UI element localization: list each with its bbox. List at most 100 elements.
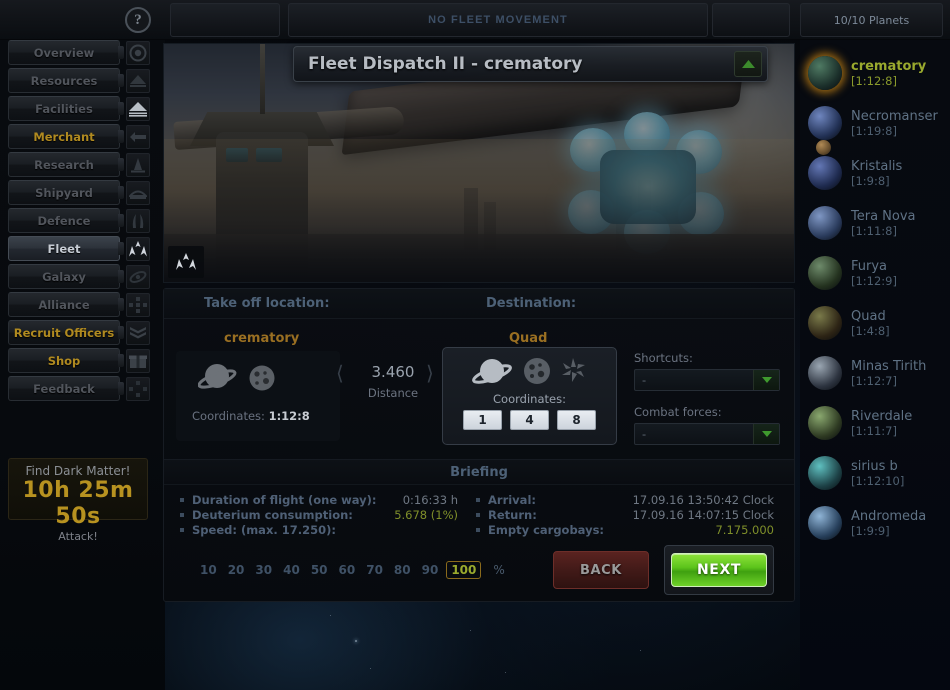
speed-option-30[interactable]: 30 <box>255 563 272 577</box>
help-icon[interactable]: ? <box>125 7 151 33</box>
coordinate-input-1[interactable]: 1 <box>463 410 502 430</box>
officers-icon[interactable] <box>126 321 150 345</box>
collapse-triangle-icon[interactable] <box>734 51 762 77</box>
research-icon[interactable] <box>126 153 150 177</box>
sidebar-item-research[interactable]: Research <box>8 152 120 177</box>
sidebar-item-feedback[interactable]: Feedback <box>8 376 120 401</box>
fleet-movement-indicator[interactable]: NO FLEET MOVEMENT <box>288 3 708 37</box>
facilities-icon[interactable] <box>126 97 150 121</box>
planet-thumbnail[interactable] <box>808 456 842 490</box>
chevron-down-icon[interactable] <box>753 424 779 444</box>
planet-list-item[interactable]: Minas Tirith [1:12:7] <box>800 348 950 398</box>
game-screen: ? NO FLEET MOVEMENT 10/10 Planets Overvi… <box>0 0 950 690</box>
planet-icon[interactable] <box>198 361 238 395</box>
sidebar-item-galaxy[interactable]: Galaxy <box>8 264 120 289</box>
planet-list-item[interactable]: sirius b [1:12:10] <box>800 448 950 498</box>
speed-option-10[interactable]: 10 <box>200 563 217 577</box>
speed-option-90[interactable]: 90 <box>422 563 439 577</box>
planet-thumbnail[interactable] <box>808 206 842 240</box>
planet-thumbnail[interactable] <box>808 106 842 155</box>
planet-list-item[interactable]: Necromanser [1:19:8] <box>800 98 950 155</box>
destination-box: Coordinates: 148 <box>442 347 617 445</box>
moon-icon[interactable] <box>522 356 552 390</box>
sidebar-item-recruit-officers[interactable]: Recruit Officers <box>8 320 120 345</box>
speed-option-70[interactable]: 70 <box>366 563 383 577</box>
select-shortcuts[interactable]: - <box>634 369 780 391</box>
select-combat-forces[interactable]: - <box>634 423 780 445</box>
planet-coordinates: [1:11:8] <box>851 223 897 238</box>
left-sidebar: Overview Resources Facilities Merchant Resea… <box>0 40 165 690</box>
planet-name: Riverdale <box>851 408 913 424</box>
speed-option-80[interactable]: 80 <box>394 563 411 577</box>
sidebar-item-alliance[interactable]: Alliance <box>8 292 120 317</box>
sidebar-item-overview[interactable]: Overview <box>8 40 120 65</box>
sidebar-item-nub <box>118 102 124 115</box>
planet-thumbnail[interactable] <box>808 56 842 90</box>
sidebar-menu-row: Feedback <box>0 376 165 403</box>
debris-field-icon[interactable] <box>560 356 588 390</box>
speed-option-40[interactable]: 40 <box>283 563 300 577</box>
planet-list-item[interactable]: Quad [1:4:8] <box>800 298 950 348</box>
moon-icon[interactable] <box>248 364 276 392</box>
defence-icon[interactable] <box>126 209 150 233</box>
briefing-value: 5.678 (1%) <box>394 508 458 522</box>
planet-icon[interactable] <box>471 356 514 390</box>
speed-option-50[interactable]: 50 <box>311 563 328 577</box>
takeoff-planet-name: crematory <box>224 331 300 346</box>
action-row: 10 20 30 40 50 60 70 80 90 100% BACK NEXT <box>164 545 794 611</box>
alliance-icon[interactable] <box>126 293 150 317</box>
sidebar-item-fleet[interactable]: Fleet <box>8 236 120 261</box>
galaxy-icon[interactable] <box>126 265 150 289</box>
top-bar: ? NO FLEET MOVEMENT 10/10 Planets <box>0 0 950 40</box>
planet-name: Furya <box>851 258 888 274</box>
feedback-icon[interactable] <box>126 377 150 401</box>
merchant-icon[interactable] <box>126 125 150 149</box>
planet-list-item[interactable]: crematory [1:12:8] <box>800 48 950 98</box>
coordinate-input-3[interactable]: 8 <box>557 410 596 430</box>
planet-thumbnail[interactable] <box>808 156 842 190</box>
planet-list-item[interactable]: Furya [1:12:9] <box>800 248 950 298</box>
speed-option-100[interactable]: 100 <box>446 561 482 579</box>
dark-matter-panel[interactable]: Find Dark Matter! 10h 25m 50s Attack! <box>8 458 148 543</box>
planet-list-item[interactable]: Riverdale [1:11:7] <box>800 398 950 448</box>
sidebar-item-facilities[interactable]: Facilities <box>8 96 120 121</box>
planet-text: Furya [1:12:9] <box>851 259 897 288</box>
sidebar-item-shop[interactable]: Shop <box>8 348 120 373</box>
planet-count-segment[interactable]: 10/10 Planets <box>800 3 943 37</box>
shipyard-icon[interactable] <box>126 181 150 205</box>
sidebar-item-shipyard[interactable]: Shipyard <box>8 180 120 205</box>
select-value: - <box>642 373 647 387</box>
sidebar-item-resources[interactable]: Resources <box>8 68 120 93</box>
sidebar-item-merchant[interactable]: Merchant <box>8 124 120 149</box>
briefing-row: Deuterium consumption: 5.678 (1%) <box>178 508 458 523</box>
destination-type-icons <box>443 348 616 390</box>
planet-thumbnail[interactable] <box>808 356 842 390</box>
next-button[interactable]: NEXT <box>671 553 767 587</box>
overview-icon[interactable] <box>126 41 150 65</box>
speed-option-20[interactable]: 20 <box>228 563 245 577</box>
planet-list-item[interactable]: Andromeda [1:9:9] <box>800 498 950 548</box>
speed-option-60[interactable]: 60 <box>339 563 356 577</box>
chevron-down-icon[interactable] <box>753 370 779 390</box>
planet-thumbnail[interactable] <box>808 506 842 540</box>
star <box>355 640 357 642</box>
planet-list-item[interactable]: Tera Nova [1:11:8] <box>800 198 950 248</box>
dialog-title-bar: Fleet Dispatch II - crematory <box>293 46 768 82</box>
coordinate-input-2[interactable]: 4 <box>510 410 549 430</box>
fleet-icon[interactable] <box>126 237 150 261</box>
planet-coordinates: [1:11:7] <box>851 423 897 438</box>
planet-thumbnail[interactable] <box>808 256 842 290</box>
sidebar-menu-row: Facilities <box>0 96 165 123</box>
back-button[interactable]: BACK <box>553 551 649 589</box>
planet-list-item[interactable]: Kristalis [1:9:8] <box>800 148 950 198</box>
resources-icon[interactable] <box>126 69 150 93</box>
planet-thumbnail[interactable] <box>808 306 842 340</box>
topbar-extra-segment <box>712 3 790 37</box>
sidebar-item-defence[interactable]: Defence <box>8 208 120 233</box>
planet-coordinates: [1:12:9] <box>851 273 897 288</box>
planet-text: sirius b [1:12:10] <box>851 459 904 488</box>
briefing-row: Return: 17.09.16 14:07:15 Clock <box>474 508 774 523</box>
shop-icon[interactable] <box>126 349 150 373</box>
planet-thumbnail[interactable] <box>808 406 842 440</box>
destination-section-label: Destination: <box>486 296 577 311</box>
